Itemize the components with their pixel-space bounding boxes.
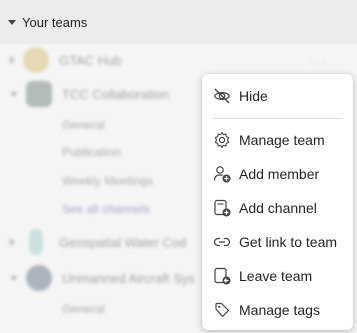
- menu-item-label: Manage team: [239, 132, 325, 148]
- menu-item-add-channel[interactable]: Add channel: [202, 191, 353, 225]
- menu-item-manage-tags[interactable]: Manage tags: [202, 293, 353, 327]
- menu-divider: [212, 118, 343, 119]
- hide-icon: [213, 88, 231, 104]
- team-avatar: [29, 229, 43, 255]
- add-member-icon: [213, 166, 231, 183]
- team-row-gtac[interactable]: GTAC Hub ···: [0, 44, 357, 76]
- gear-icon: [214, 131, 230, 149]
- expand-icon: [10, 238, 15, 246]
- team-avatar: [26, 81, 52, 107]
- menu-item-label: Add member: [239, 166, 320, 182]
- see-all-channels-link[interactable]: See all channels: [62, 202, 150, 216]
- leave-icon: [214, 267, 231, 285]
- more-options-icon[interactable]: ···: [310, 54, 327, 70]
- menu-item-label: Manage tags: [239, 302, 320, 318]
- team-name: GTAC Hub: [59, 52, 122, 68]
- your-teams-header[interactable]: Your teams: [0, 0, 357, 44]
- menu-item-manage-team[interactable]: Manage team: [202, 123, 353, 157]
- menu-item-get-link[interactable]: Get link to team: [202, 225, 353, 259]
- collapse-icon: [10, 91, 18, 97]
- menu-item-label: Hide: [239, 88, 268, 104]
- section-title: Your teams: [22, 14, 88, 30]
- team-name: TCC Collaboration: [62, 86, 169, 102]
- team-name: Geospatial Water Cod: [59, 234, 187, 250]
- team-name: Unmanned Aircraft Sys: [62, 270, 195, 286]
- add-channel-icon: [214, 199, 231, 217]
- caret-down-icon: [8, 19, 16, 25]
- channel-item[interactable]: General: [62, 302, 105, 316]
- link-icon: [213, 237, 231, 247]
- menu-item-label: Add channel: [239, 200, 317, 216]
- menu-item-add-member[interactable]: Add member: [202, 157, 353, 191]
- menu-item-hide[interactable]: Hide: [202, 79, 353, 113]
- menu-item-label: Leave team: [239, 268, 313, 284]
- expand-icon: [10, 56, 15, 64]
- collapse-icon: [10, 275, 18, 281]
- channel-item[interactable]: Publication: [62, 145, 121, 159]
- channel-item[interactable]: Weekly Meetings: [62, 174, 153, 188]
- channel-item[interactable]: General: [62, 118, 105, 132]
- menu-item-label: Get link to team: [239, 234, 338, 250]
- team-avatar: [23, 47, 49, 73]
- team-avatar: [26, 265, 52, 291]
- tag-icon: [215, 302, 230, 318]
- team-context-menu: Hide Manage team Add member Add channel: [202, 74, 353, 330]
- menu-item-leave-team[interactable]: Leave team: [202, 259, 353, 293]
